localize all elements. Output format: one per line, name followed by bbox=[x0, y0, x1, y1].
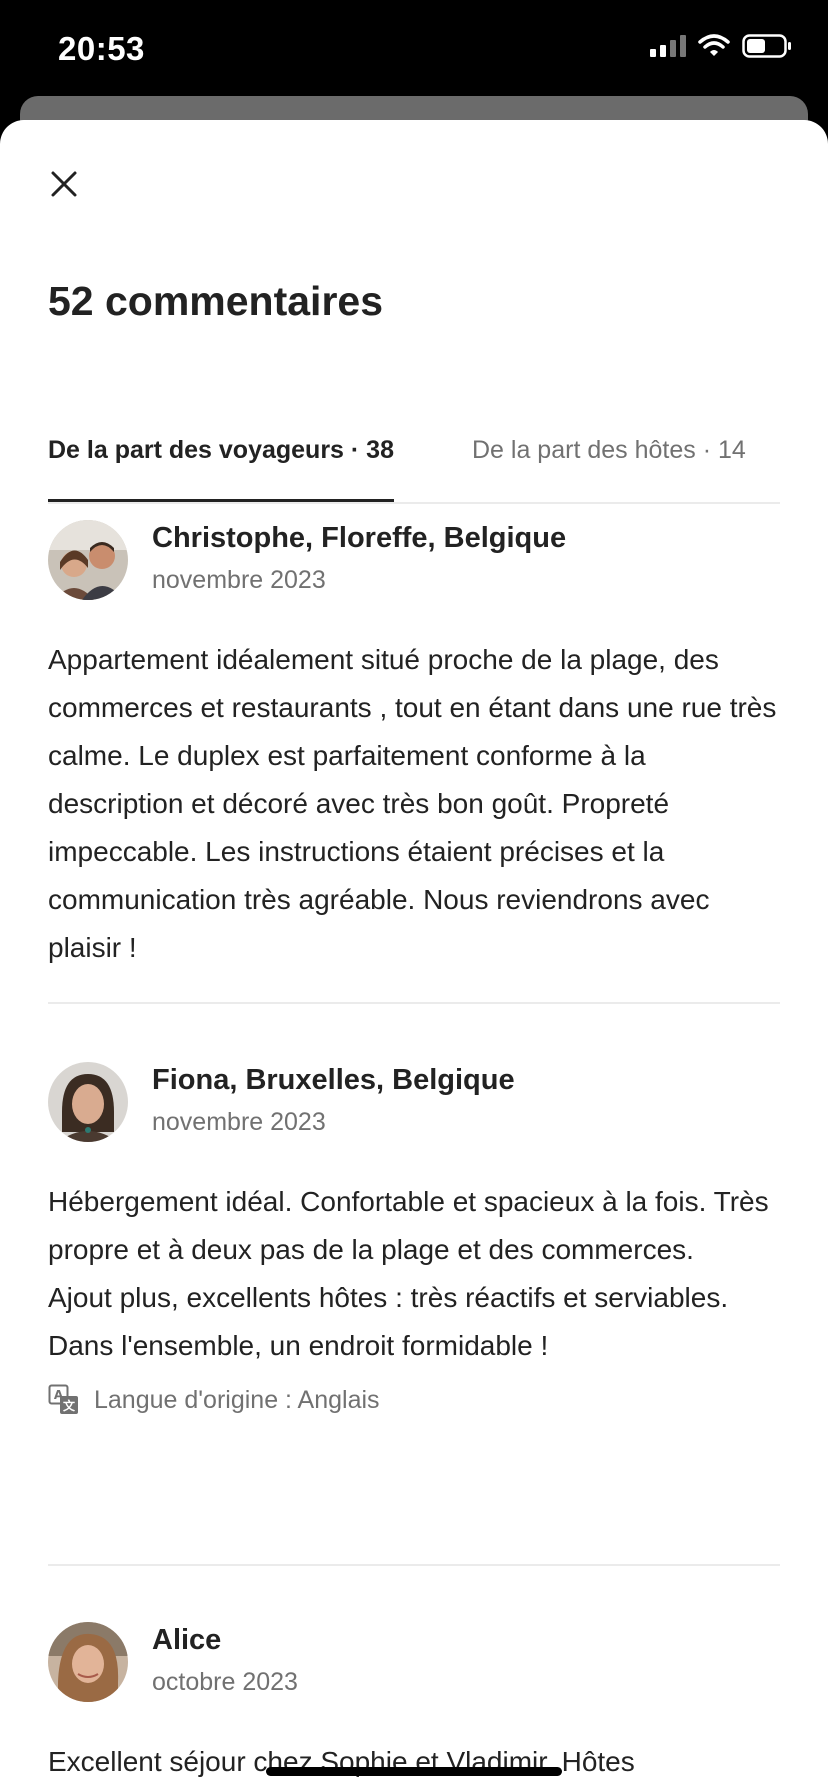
status-bar: 20:53 bbox=[0, 0, 828, 100]
reviewer-name: Fiona, Bruxelles, Belgique bbox=[152, 1064, 515, 1096]
review-text: Appartement idéalement situé proche de l… bbox=[48, 636, 780, 972]
review-text: Excellent séjour chez Sophie et Vladimir… bbox=[48, 1738, 780, 1786]
reviews-sheet: 52 commentaires De la part des voyageurs… bbox=[0, 120, 828, 1792]
review-item: Christophe, Floreffe, Belgique novembre … bbox=[48, 520, 780, 972]
close-icon bbox=[51, 171, 77, 197]
reviewer-name: Christophe, Floreffe, Belgique bbox=[152, 522, 567, 554]
translation-label: Langue d'origine : Anglais bbox=[94, 1385, 380, 1414]
close-button[interactable] bbox=[44, 164, 84, 204]
translation-note: A 文 Langue d'origine : Anglais bbox=[48, 1384, 780, 1416]
reviewer-header: Fiona, Bruxelles, Belgique novembre 2023 bbox=[48, 1062, 780, 1152]
review-date: novembre 2023 bbox=[152, 1108, 326, 1136]
page-title: 52 commentaires bbox=[48, 278, 384, 324]
review-paragraph: Excellent séjour chez Sophie et Vladimir… bbox=[48, 1746, 635, 1777]
review-paragraph: Hébergement idéal. Confortable et spacie… bbox=[48, 1186, 769, 1265]
review-date: novembre 2023 bbox=[152, 566, 326, 594]
home-indicator[interactable] bbox=[266, 1767, 562, 1776]
tab-guests[interactable]: De la part des voyageurs · 38 bbox=[48, 410, 394, 502]
review-date: octobre 2023 bbox=[152, 1668, 298, 1696]
svg-text:文: 文 bbox=[63, 1398, 76, 1413]
tab-hosts[interactable]: De la part des hôtes · 14 bbox=[472, 410, 746, 490]
review-paragraph: Dans l'ensemble, un endroit formidable ! bbox=[48, 1330, 549, 1361]
divider bbox=[48, 1564, 780, 1566]
wifi-icon bbox=[698, 34, 730, 58]
reviewer-header: Christophe, Floreffe, Belgique novembre … bbox=[48, 520, 780, 610]
battery-icon bbox=[742, 34, 792, 58]
avatar[interactable] bbox=[48, 520, 128, 600]
review-item: Fiona, Bruxelles, Belgique novembre 2023… bbox=[48, 1062, 780, 1416]
reviewer-name: Alice bbox=[152, 1624, 222, 1656]
status-icons bbox=[650, 34, 792, 58]
review-paragraph: Appartement idéalement situé proche de l… bbox=[48, 644, 777, 963]
cellular-signal-icon bbox=[650, 35, 686, 57]
review-item: Alice octobre 2023 Excellent séjour chez… bbox=[48, 1622, 780, 1786]
translate-icon: A 文 bbox=[48, 1384, 78, 1414]
review-paragraph: Ajout plus, excellents hôtes : très réac… bbox=[48, 1282, 729, 1313]
status-time: 20:53 bbox=[58, 30, 145, 67]
divider bbox=[48, 1002, 780, 1004]
avatar[interactable] bbox=[48, 1062, 128, 1142]
review-tabs: De la part des voyageurs · 38 De la part… bbox=[48, 410, 780, 504]
review-text: Hébergement idéal. Confortable et spacie… bbox=[48, 1178, 780, 1370]
avatar[interactable] bbox=[48, 1622, 128, 1702]
reviewer-header: Alice octobre 2023 bbox=[48, 1622, 780, 1712]
